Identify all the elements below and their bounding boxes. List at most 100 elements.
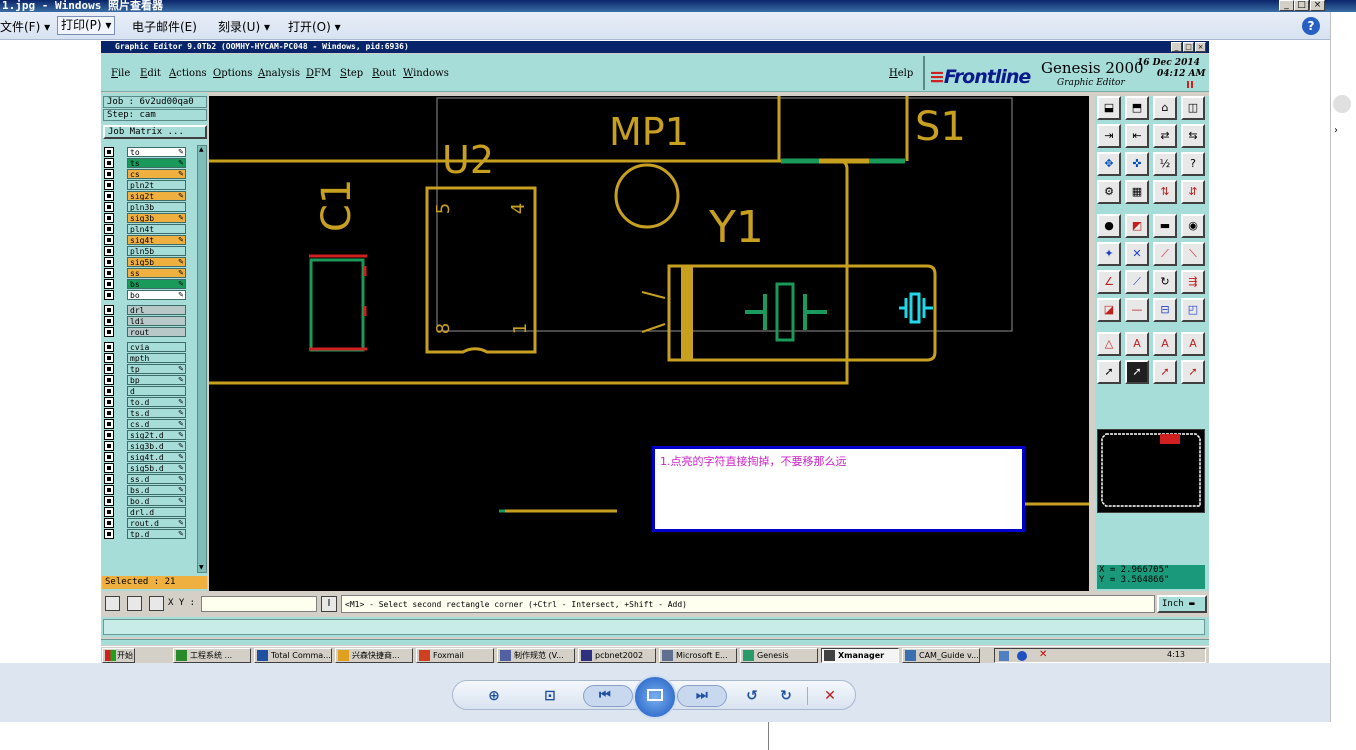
layer-edit-icon[interactable]: ✎ — [178, 485, 184, 495]
slideshow-button[interactable] — [633, 675, 677, 719]
layer-edit-icon[interactable]: ✎ — [178, 529, 184, 539]
taskbar-item[interactable]: pcbnet2002 — [578, 648, 656, 663]
menu-open[interactable]: 打开(O) ▾ — [288, 18, 341, 35]
select-active-icon[interactable]: ➚ — [1125, 360, 1149, 384]
taskbar-item[interactable]: Xmanager — [821, 648, 899, 663]
scale-icon[interactable]: ½ — [1153, 152, 1177, 176]
layer-checkbox[interactable] — [104, 408, 114, 418]
layer-edit-icon[interactable]: ✎ — [178, 257, 184, 267]
xy-input[interactable] — [201, 596, 317, 612]
layer-checkbox[interactable] — [104, 463, 114, 473]
layer-checkbox[interactable] — [104, 397, 114, 407]
layer-row[interactable]: bo.d ✎ — [104, 496, 188, 506]
job-matrix-button[interactable]: Job Matrix ... — [103, 125, 207, 139]
draw-line-icon[interactable]: ⟋ — [1153, 242, 1177, 266]
layer-checkbox[interactable] — [104, 496, 114, 506]
taskbar-item[interactable]: 工程系统 ... — [173, 648, 251, 663]
layer-edit-icon[interactable]: ✎ — [178, 191, 184, 201]
taskbar-item[interactable]: Microsoft E... — [659, 648, 737, 663]
start-button[interactable]: 开始 — [102, 648, 135, 663]
network-icon[interactable] — [999, 651, 1009, 661]
layer-checkbox[interactable] — [104, 158, 114, 168]
scroll-up-icon[interactable]: ▲ — [199, 146, 206, 154]
contour-icon[interactable]: ◪ — [1097, 298, 1121, 322]
triangle-icon[interactable]: △ — [1097, 332, 1121, 356]
maximize-button[interactable]: □ — [1294, 0, 1309, 11]
menu-help[interactable]: Help — [889, 68, 913, 79]
layer-row[interactable]: ss.d ✎ — [104, 474, 188, 484]
layer-edit-icon[interactable]: ✎ — [178, 496, 184, 506]
menu-edit[interactable]: Edit — [140, 68, 161, 79]
layer-edit-icon[interactable]: ✎ — [178, 419, 184, 429]
layer-name[interactable]: pln2t — [127, 180, 186, 190]
layer-checkbox[interactable] — [104, 279, 114, 289]
layer-row[interactable]: bo ✎ — [104, 290, 188, 300]
node-icon[interactable]: ✦ — [1097, 242, 1121, 266]
draw-diag-icon[interactable]: ⟍ — [1181, 242, 1205, 266]
layer-edit-icon[interactable]: ✎ — [178, 408, 184, 418]
layer-name[interactable]: pln4t — [127, 224, 186, 234]
box-icon[interactable]: ⊟ — [1153, 298, 1177, 322]
copy-icon[interactable]: ✜ — [1125, 152, 1149, 176]
select-icon[interactable]: ➚ — [1097, 360, 1121, 384]
layer-checkbox[interactable] — [104, 202, 114, 212]
layer-row[interactable]: pln5b — [104, 246, 188, 256]
layer-row[interactable]: mpth — [104, 353, 188, 363]
graphic-canvas[interactable]: MP1 S1 U2 Y1 C1 5 4 8 1 1.点亮的字符直接掏掉，不要移那… — [209, 96, 1089, 591]
angle-icon[interactable]: ∠ — [1097, 270, 1121, 294]
layer-name[interactable]: ldi — [127, 316, 186, 326]
layer-edit-icon[interactable]: ✎ — [178, 147, 184, 157]
layer-checkbox[interactable] — [104, 507, 114, 517]
layer-row[interactable]: sig2t.d ✎ — [104, 430, 188, 440]
layer-row[interactable]: ss ✎ — [104, 268, 188, 278]
layer-name[interactable]: drl.d — [127, 507, 186, 517]
layer-edit-icon[interactable]: ✎ — [178, 430, 184, 440]
layer-checkbox[interactable] — [104, 353, 114, 363]
layer-row[interactable]: to ✎ — [104, 147, 188, 157]
help-icon[interactable]: ? — [1181, 152, 1205, 176]
layer-edit-icon[interactable]: ✎ — [178, 474, 184, 484]
select-copy-icon[interactable]: ➚ — [1181, 360, 1205, 384]
grid-icon[interactable] — [149, 596, 164, 611]
zoom-icon[interactable]: ⊕ — [483, 687, 505, 705]
layer-row[interactable]: bs.d ✎ — [104, 485, 188, 495]
rotate-right-icon[interactable]: ↻ — [775, 687, 797, 705]
open-icon[interactable]: ⬓ — [1097, 96, 1121, 120]
swap-icon[interactable]: ⇆ — [1181, 124, 1205, 148]
layer-row[interactable]: sig4t ✎ — [104, 235, 188, 245]
fit-window-icon[interactable]: ⊡ — [539, 687, 561, 705]
grid-icon[interactable]: ▦ — [1125, 180, 1149, 204]
move-icon[interactable]: ✥ — [1097, 152, 1121, 176]
x-tray-icon[interactable]: ✕ — [1039, 649, 1047, 660]
surface-icon[interactable]: ◩ — [1125, 214, 1149, 238]
flip-v-icon[interactable]: ⇅ — [1153, 180, 1177, 204]
layer-row[interactable]: pln2t — [104, 180, 188, 190]
layer-edit-icon[interactable]: ✎ — [178, 364, 184, 374]
layer-row[interactable]: ts.d ✎ — [104, 408, 188, 418]
menu-analysis[interactable]: Analysis — [258, 68, 300, 79]
layer-row[interactable]: drl — [104, 305, 188, 315]
layer-checkbox[interactable] — [104, 235, 114, 245]
menu-file[interactable]: 文件(F) ▾ — [0, 18, 50, 35]
layer-checkbox[interactable] — [104, 430, 114, 440]
layer-row[interactable]: tp.d ✎ — [104, 529, 188, 539]
snap-icon[interactable] — [105, 596, 120, 611]
layer-row[interactable]: ldi — [104, 316, 188, 326]
layer-checkbox[interactable] — [104, 268, 114, 278]
menu-burn[interactable]: 刻录(U) ▾ — [218, 18, 270, 35]
layer-checkbox[interactable] — [104, 246, 114, 256]
layer-row[interactable]: sig4t.d ✎ — [104, 452, 188, 462]
layer-checkbox[interactable] — [104, 364, 114, 374]
layer-row[interactable]: to.d ✎ — [104, 397, 188, 407]
menu-print[interactable]: 打印(P) ▾ — [57, 16, 116, 35]
text-b-icon[interactable]: A — [1153, 332, 1177, 356]
command-line[interactable] — [101, 617, 1209, 637]
layer-checkbox[interactable] — [104, 224, 114, 234]
layer-edit-icon[interactable]: ✎ — [178, 375, 184, 385]
text-c-icon[interactable]: A — [1181, 332, 1205, 356]
help-icon[interactable]: ? — [1302, 17, 1320, 35]
layer-row[interactable]: d — [104, 386, 188, 396]
menu-step[interactable]: Step — [340, 68, 363, 79]
layer-name[interactable]: pln5b — [127, 246, 186, 256]
layer-checkbox[interactable] — [104, 342, 114, 352]
